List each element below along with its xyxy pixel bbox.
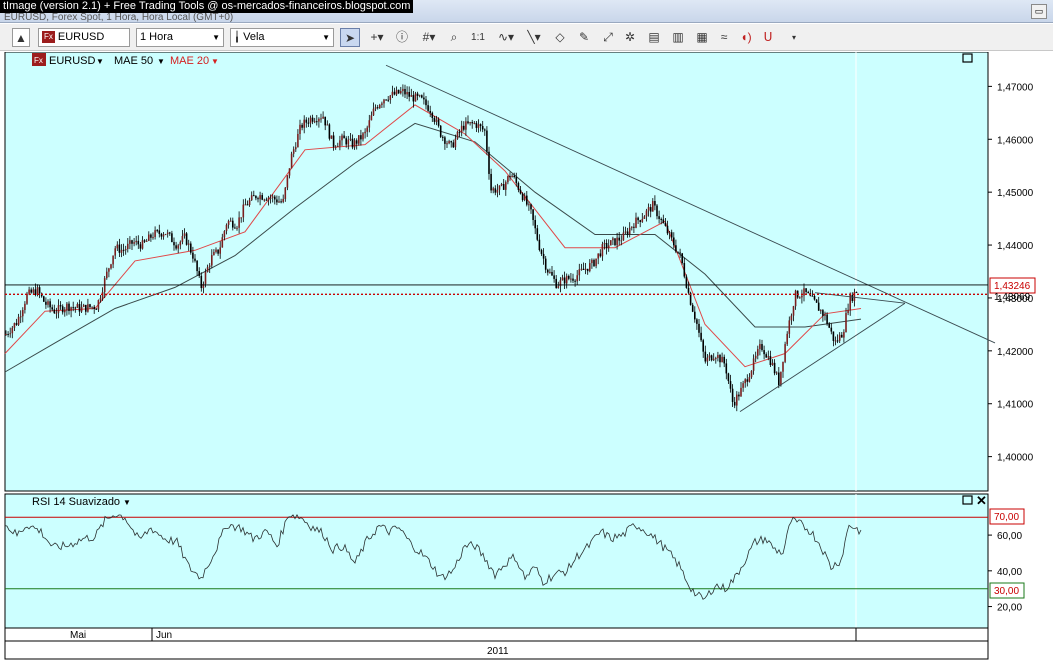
magnet-tool-button[interactable]: Ս — [760, 28, 776, 47]
candle — [610, 240, 612, 246]
candle — [164, 233, 167, 236]
time-axis: Mai Jun 2011 — [4, 627, 989, 660]
rsi-upper-level-label: 70,00 — [994, 512, 1019, 523]
symbol-value: EURUSD — [57, 31, 105, 43]
chart-toolbar: ▲ Fx EURUSD 1 Hora ▼ ╽ Vela ▼ ➤ +▾ ⓘ #▾ ⌕ 1… — [0, 24, 1053, 51]
info-tool-button[interactable]: ⓘ — [394, 28, 410, 47]
info-icon: ⓘ — [395, 30, 408, 44]
candle — [43, 295, 45, 303]
legend-eurusd[interactable]: EURUSD — [49, 55, 96, 67]
candle — [784, 341, 786, 364]
rsi-panel: 20,00 40,00 60,00 RSI 14 Suavizado ▼ ✕ 70,… — [4, 493, 1025, 629]
candle — [614, 238, 616, 247]
line-icon: ╲▾ — [527, 30, 541, 44]
zoom-reset-button[interactable]: 1:1 — [468, 28, 488, 47]
chevron-down-icon: ▼ — [212, 33, 220, 42]
restore-window-button[interactable]: ▭ — [1031, 4, 1047, 19]
candle — [439, 125, 442, 138]
indicator-tool-button[interactable]: ▥ — [670, 28, 686, 47]
title-bar: tImage (version 2.1) + Free Trading Tool… — [0, 0, 1053, 23]
price-tick-label: 1,41000 — [997, 400, 1034, 411]
chart-type-value: Vela — [243, 31, 265, 43]
month-label-mai: Mai — [70, 630, 86, 641]
sound-waves-icon: ◖) — [740, 30, 752, 44]
rsi-dropdown-icon[interactable]: ▼ — [123, 498, 131, 507]
triangle-up-icon: ▲ — [15, 31, 27, 45]
oscillator-icon: ≈ — [720, 30, 728, 44]
grid-icon: #▾ — [422, 30, 436, 44]
candle — [456, 130, 459, 140]
pencil-icon: ✎ — [578, 30, 590, 44]
oscillator-tool-button[interactable]: ≈ — [716, 28, 732, 47]
collapse-toolbar-button[interactable]: ▲ — [12, 28, 30, 47]
year-label: 2011 — [487, 646, 509, 657]
toolbar-overflow-button[interactable]: ▾ — [786, 28, 802, 47]
price-panel: 1,400001,410001,420001,430001,440001,450… — [4, 52, 1036, 492]
eraser-tool-button[interactable]: ◇ — [552, 28, 568, 47]
rsi-lower-level-label: 30,00 — [994, 586, 1019, 597]
crosshair-icon: +▾ — [370, 30, 384, 44]
crosshair-tool-button[interactable]: +▾ — [366, 28, 388, 47]
chart-subtitle: EURUSD, Forex Spot, 1 Hora, Hora Local (… — [4, 12, 234, 23]
study-tool-button[interactable]: ▦ — [694, 28, 710, 47]
gears-icon: ✲ — [624, 30, 636, 44]
price-tick-label: 1,45000 — [997, 188, 1034, 199]
candle — [185, 232, 188, 246]
zoom-icon: ⌕ — [450, 30, 458, 44]
expand-arrows-icon: ⤢ — [603, 30, 613, 44]
price-tick-label: 1,44000 — [997, 241, 1034, 252]
close-rsi-panel-icon[interactable]: ✕ — [976, 493, 987, 508]
candle — [330, 135, 333, 139]
grid-tool-button[interactable]: #▾ — [418, 28, 440, 47]
line-tool-button[interactable]: ╲▾ — [522, 28, 546, 47]
study-icon: ▦ — [696, 30, 708, 44]
interval-value: 1 Hora — [140, 31, 174, 43]
cursor-arrow-icon: ➤ — [344, 31, 356, 45]
legend-mae20[interactable]: MAE 20 — [170, 55, 209, 67]
last-price-label: 1,43246 — [994, 281, 1031, 292]
candle — [681, 252, 683, 265]
rsi-title[interactable]: RSI 14 Suavizado — [32, 496, 120, 508]
pointer-tool-button[interactable]: ➤ — [340, 28, 360, 47]
template-tool-button[interactable]: ▤ — [646, 28, 662, 47]
candle — [290, 151, 293, 169]
indicator-icon: ▥ — [672, 30, 684, 44]
chevron-down-icon: ▼ — [322, 33, 330, 42]
magnet-icon: Ս — [763, 30, 773, 44]
chart-area[interactable]: 1,400001,410001,420001,430001,440001,450… — [0, 52, 1053, 666]
fx-legend-badge-text: Fx — [34, 56, 43, 65]
eraser-icon: ◇ — [555, 30, 565, 44]
price-tick-label: 1,46000 — [997, 135, 1034, 146]
price-tick-label: 1,47000 — [997, 82, 1034, 93]
zoom-tool-button[interactable]: ⌕ — [446, 28, 462, 47]
expand-tool-button[interactable]: ⤢ — [600, 28, 616, 47]
legend-dropdown-icon[interactable]: ▼ — [96, 57, 104, 66]
fx-badge: Fx — [42, 31, 55, 44]
rsi-tick-label: 20,00 — [997, 603, 1022, 614]
price-plot-background — [4, 52, 989, 492]
rsi-tick-label: 60,00 — [997, 531, 1022, 542]
month-label-jun: Jun — [156, 630, 172, 641]
rsi-tick-label: 40,00 — [997, 567, 1022, 578]
candle-icon: ╽ — [234, 32, 241, 43]
pencil-tool-button[interactable]: ✎ — [576, 28, 592, 47]
sound-alert-button[interactable]: ◖) — [738, 28, 754, 47]
price-tick-label: 1,40000 — [997, 453, 1034, 464]
candle — [815, 299, 818, 303]
candle — [328, 123, 331, 141]
interval-select[interactable]: 1 Hora ▼ — [136, 28, 224, 47]
price-tick-label: 1,42000 — [997, 347, 1034, 358]
wave-icon: ∿▾ — [497, 30, 515, 44]
chart-type-select[interactable]: ╽ Vela ▼ — [230, 28, 334, 47]
legend-dropdown-icon[interactable]: ▼ — [211, 57, 219, 66]
red-line-price-label: 1,43069 — [994, 292, 1031, 303]
legend-mae50[interactable]: MAE 50 — [114, 55, 153, 67]
overflow-chevron-icon: ▾ — [791, 33, 796, 42]
wave-tool-button[interactable]: ∿▾ — [494, 28, 518, 47]
template-icon: ▤ — [648, 30, 660, 44]
settings-tool-button[interactable]: ✲ — [622, 28, 638, 47]
legend-dropdown-icon[interactable]: ▼ — [157, 57, 165, 66]
symbol-field[interactable]: Fx EURUSD — [38, 28, 130, 47]
